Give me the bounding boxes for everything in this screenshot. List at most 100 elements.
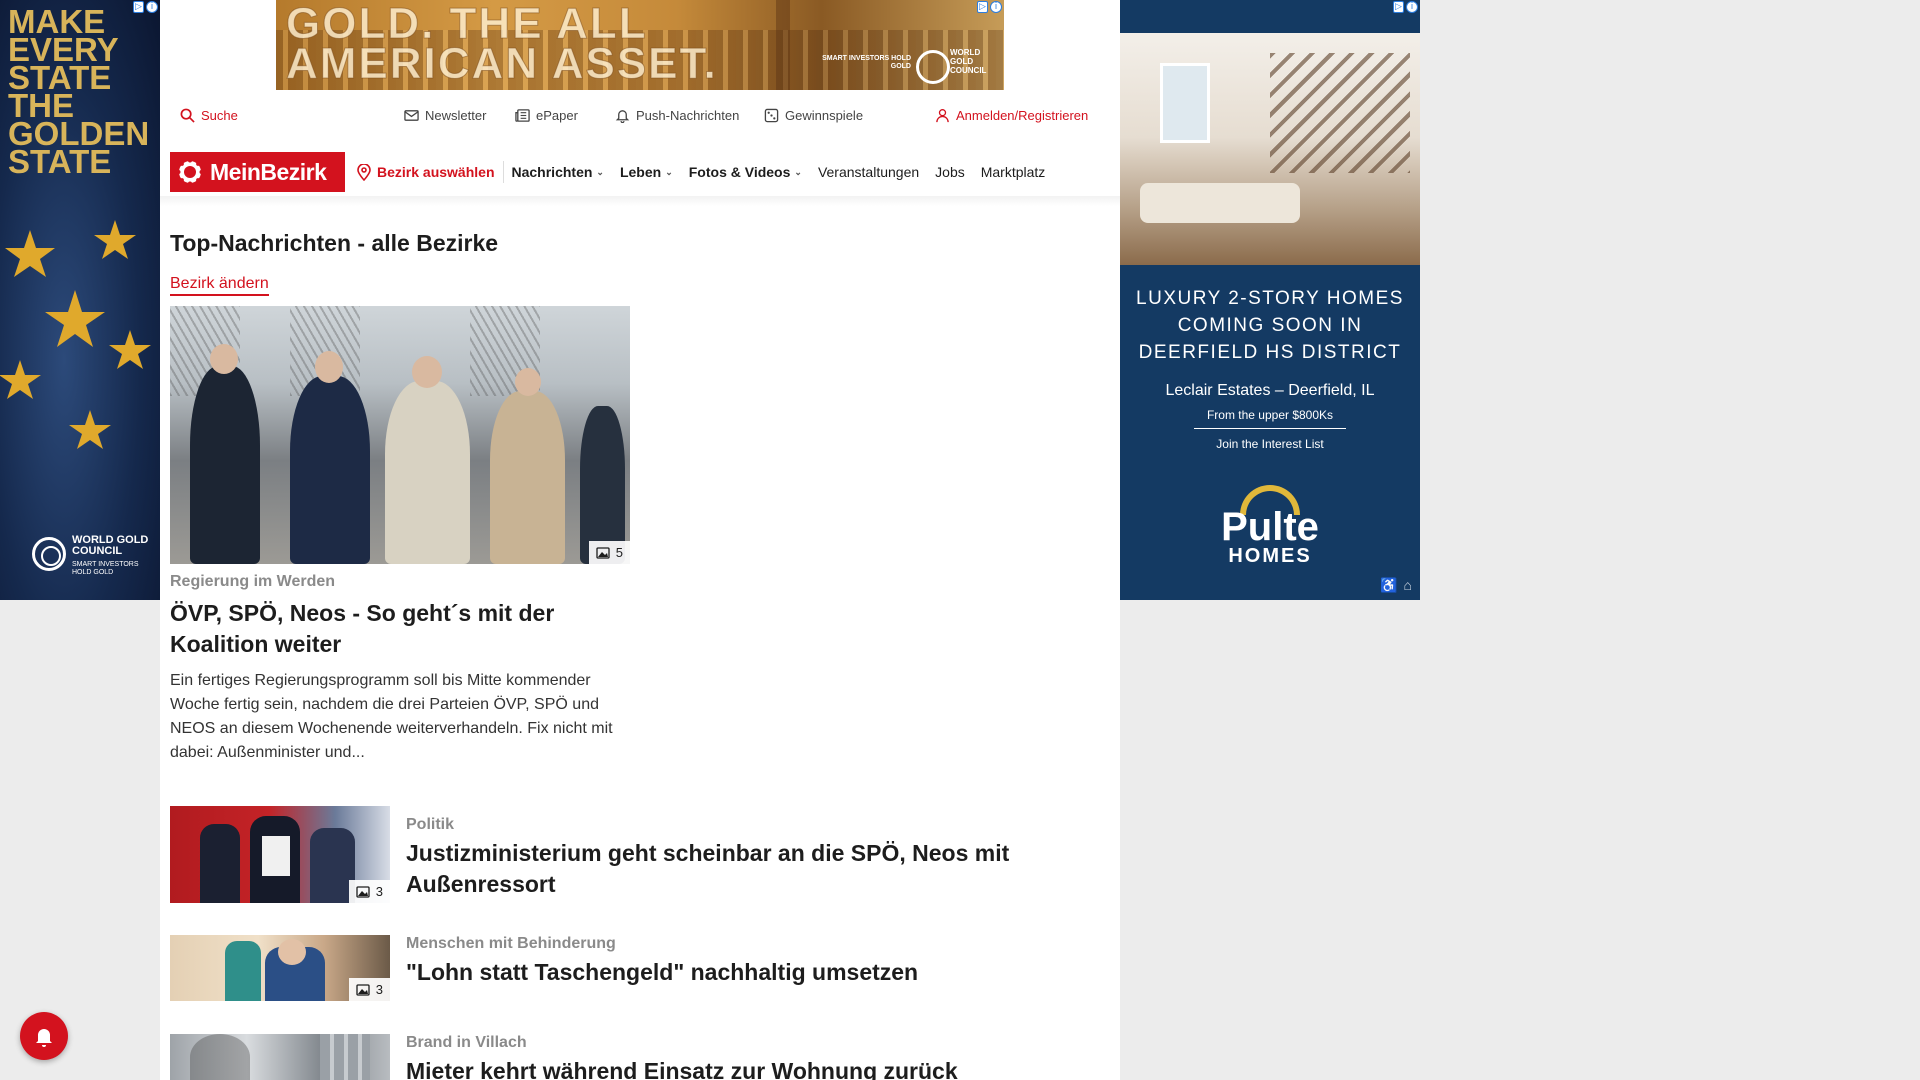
bezirk-select-button[interactable]: Bezirk auswählen: [357, 163, 495, 181]
chevron-down-icon: ⌄: [794, 166, 802, 177]
gallery-icon: [356, 885, 370, 898]
story-title[interactable]: Justizministerium geht scheinbar an die …: [406, 838, 1096, 900]
search-link[interactable]: Suche: [180, 108, 238, 123]
gewinnspiele-link[interactable]: Gewinnspiele: [764, 108, 863, 123]
story-title[interactable]: Mieter kehrt während Einsatz zur Wohnung…: [406, 1056, 1096, 1080]
epaper-link[interactable]: ePaper: [515, 108, 578, 123]
person-figure: [190, 366, 260, 564]
accessibility-housing-icons: ♿ ⌂: [1380, 577, 1412, 594]
ad-headline-line1: GOLD. THE ALL: [286, 0, 648, 48]
living-room-photo: [1120, 33, 1420, 265]
ad-brand: WORLD GOLD COUNCIL SMART INVESTORS HOLD …: [32, 535, 152, 577]
ad-estate: Leclair Estates – Deerfield, IL: [1165, 382, 1375, 399]
person-figure: [200, 824, 240, 903]
push-label: Push-Nachrichten: [636, 108, 740, 123]
ad-brand-name: WORLD GOLD COUNCIL: [72, 534, 149, 557]
sofa-graphic: [1140, 183, 1300, 223]
login-link[interactable]: Anmelden/Registrieren: [935, 108, 1088, 123]
story-thumbnail[interactable]: 3: [170, 806, 390, 903]
ad-headline-line2: AMERICAN ASSET.: [286, 39, 718, 88]
window-graphic: [1160, 63, 1210, 143]
ad-price: From the upper $800Ks: [1194, 408, 1346, 429]
nav-item-leben[interactable]: Leben ⌄: [620, 164, 673, 180]
person-figure: [490, 391, 565, 564]
person-figure: [385, 381, 470, 564]
hero-title[interactable]: ÖVP, SPÖ, Neos - So geht´s mit der Koali…: [170, 598, 640, 660]
bell-icon: [615, 110, 630, 123]
nav-item-label: Marktplatz: [980, 164, 1046, 180]
mail-icon: [404, 110, 419, 121]
story-thumbnail[interactable]: [170, 1034, 390, 1080]
change-bezirk-link[interactable]: Bezirk ändern: [170, 275, 269, 296]
top-banner-ad[interactable]: GOLD. THE ALL AMERICAN ASSET. SMART INVE…: [276, 0, 1004, 90]
ad-tagline: SMART INVESTORS HOLD GOLD: [822, 55, 911, 70]
right-rectangle-ad[interactable]: ▷ i LUXURY 2-STORY HOMES COMING SOON IN D…: [1120, 0, 1420, 600]
chevron-down-icon: ⌄: [596, 166, 604, 177]
person-head: [412, 356, 442, 388]
list-item[interactable]: Brand in Villach Mieter kehrt während Ei…: [170, 1034, 1112, 1080]
list-item[interactable]: 3 Politik Justizministerium geht scheinb…: [170, 806, 1112, 903]
story-kicker: Brand in Villach: [406, 1034, 527, 1051]
ad-choices-icon[interactable]: ▷ i: [1393, 1, 1418, 13]
bell-icon: [36, 1029, 52, 1047]
photo-count: 3: [375, 884, 383, 899]
wheelchair-icon: ♿: [1380, 577, 1398, 593]
tower-graphic: [776, 0, 790, 90]
person-head: [278, 939, 306, 965]
hero-image[interactable]: 5: [170, 306, 630, 564]
newspaper-icon: [515, 109, 530, 122]
push-notifications-link[interactable]: Push-Nachrichten: [615, 108, 739, 123]
nav-item-nachrichten[interactable]: Nachrichten ⌄: [512, 164, 604, 180]
ad-brand: WORLD GOLD COUNCIL: [916, 48, 996, 84]
logo-text: MeinBezirk: [210, 158, 327, 185]
logo-word-bottom: HOMES: [1228, 545, 1312, 567]
nav-item-jobs[interactable]: Jobs: [935, 164, 965, 180]
photo-count-badge: 3: [348, 880, 390, 903]
gewinnspiele-label: Gewinnspiele: [785, 108, 864, 123]
nav-item-label: Jobs: [935, 164, 965, 180]
list-item[interactable]: 3 Menschen mit Behinderung "Lohn statt T…: [170, 935, 1112, 1001]
hero-kicker: Regierung im Werden: [170, 573, 336, 590]
story-thumbnail[interactable]: 3: [170, 935, 390, 1001]
gold-stars-graphic: [0, 220, 151, 449]
nav-item-fotos-videos[interactable]: Fotos & Videos ⌄: [689, 164, 802, 180]
document-graphic: [262, 836, 290, 876]
search-icon: [180, 108, 195, 123]
photo-count: 5: [615, 545, 623, 560]
person-figure: [290, 376, 370, 564]
person-head: [515, 368, 541, 396]
person-head: [315, 351, 343, 383]
ad-headline: LUXURY 2-STORY HOMES COMING SOON IN DEER…: [1136, 288, 1404, 363]
nav-item-marktplatz[interactable]: Marktplatz: [981, 164, 1046, 180]
main-column: GOLD. THE ALL AMERICAN ASSET. SMART INVE…: [160, 0, 1120, 1080]
person-head: [210, 344, 238, 374]
newsletter-link[interactable]: Newsletter: [404, 108, 486, 123]
ad-choices-icon[interactable]: ▷ i: [977, 1, 1002, 13]
epaper-label: ePaper: [536, 108, 578, 123]
left-skyscraper-ad[interactable]: ▷ i MAKE EVERY STATE THE GOLDEN STATE WOR…: [0, 0, 160, 600]
nav-overflow-fade: [1072, 152, 1112, 192]
nav-divider: [502, 161, 504, 183]
search-label: Suche: [201, 108, 238, 123]
logo-word-top: Pulte: [1221, 505, 1319, 549]
smoke-graphic: [190, 1034, 250, 1080]
push-notification-button[interactable]: [20, 1012, 68, 1060]
nav-item-label: Leben: [619, 164, 662, 180]
bezirk-select-label: Bezirk auswählen: [377, 164, 495, 180]
chevron-down-icon: ⌄: [665, 166, 673, 177]
person-figure: [225, 941, 261, 1001]
gallery-icon: [356, 983, 370, 996]
ad-cta[interactable]: Join the Interest List: [1120, 437, 1420, 451]
meinbezirk-logo[interactable]: MeinBezirk: [170, 152, 345, 192]
nav-item-veranstaltungen[interactable]: Veranstaltungen: [818, 164, 919, 180]
location-pin-icon: [357, 163, 371, 181]
nav-item-label: Nachrichten: [511, 164, 593, 180]
staircase-graphic: [1270, 53, 1410, 173]
hero-teaser: Ein fertiges Regierungsprogramm soll bis…: [170, 672, 613, 761]
nav-shadow: [160, 196, 1120, 206]
main-navigation: MeinBezirk Bezirk auswählen Nachrichten ⌄…: [170, 152, 1112, 192]
story-title[interactable]: "Lohn statt Taschengeld" nachhaltig umse…: [406, 957, 1096, 988]
story-kicker: Menschen mit Behinderung: [406, 935, 616, 952]
nav-item-label: Fotos & Videos: [688, 164, 791, 180]
story-kicker: Politik: [406, 816, 455, 833]
